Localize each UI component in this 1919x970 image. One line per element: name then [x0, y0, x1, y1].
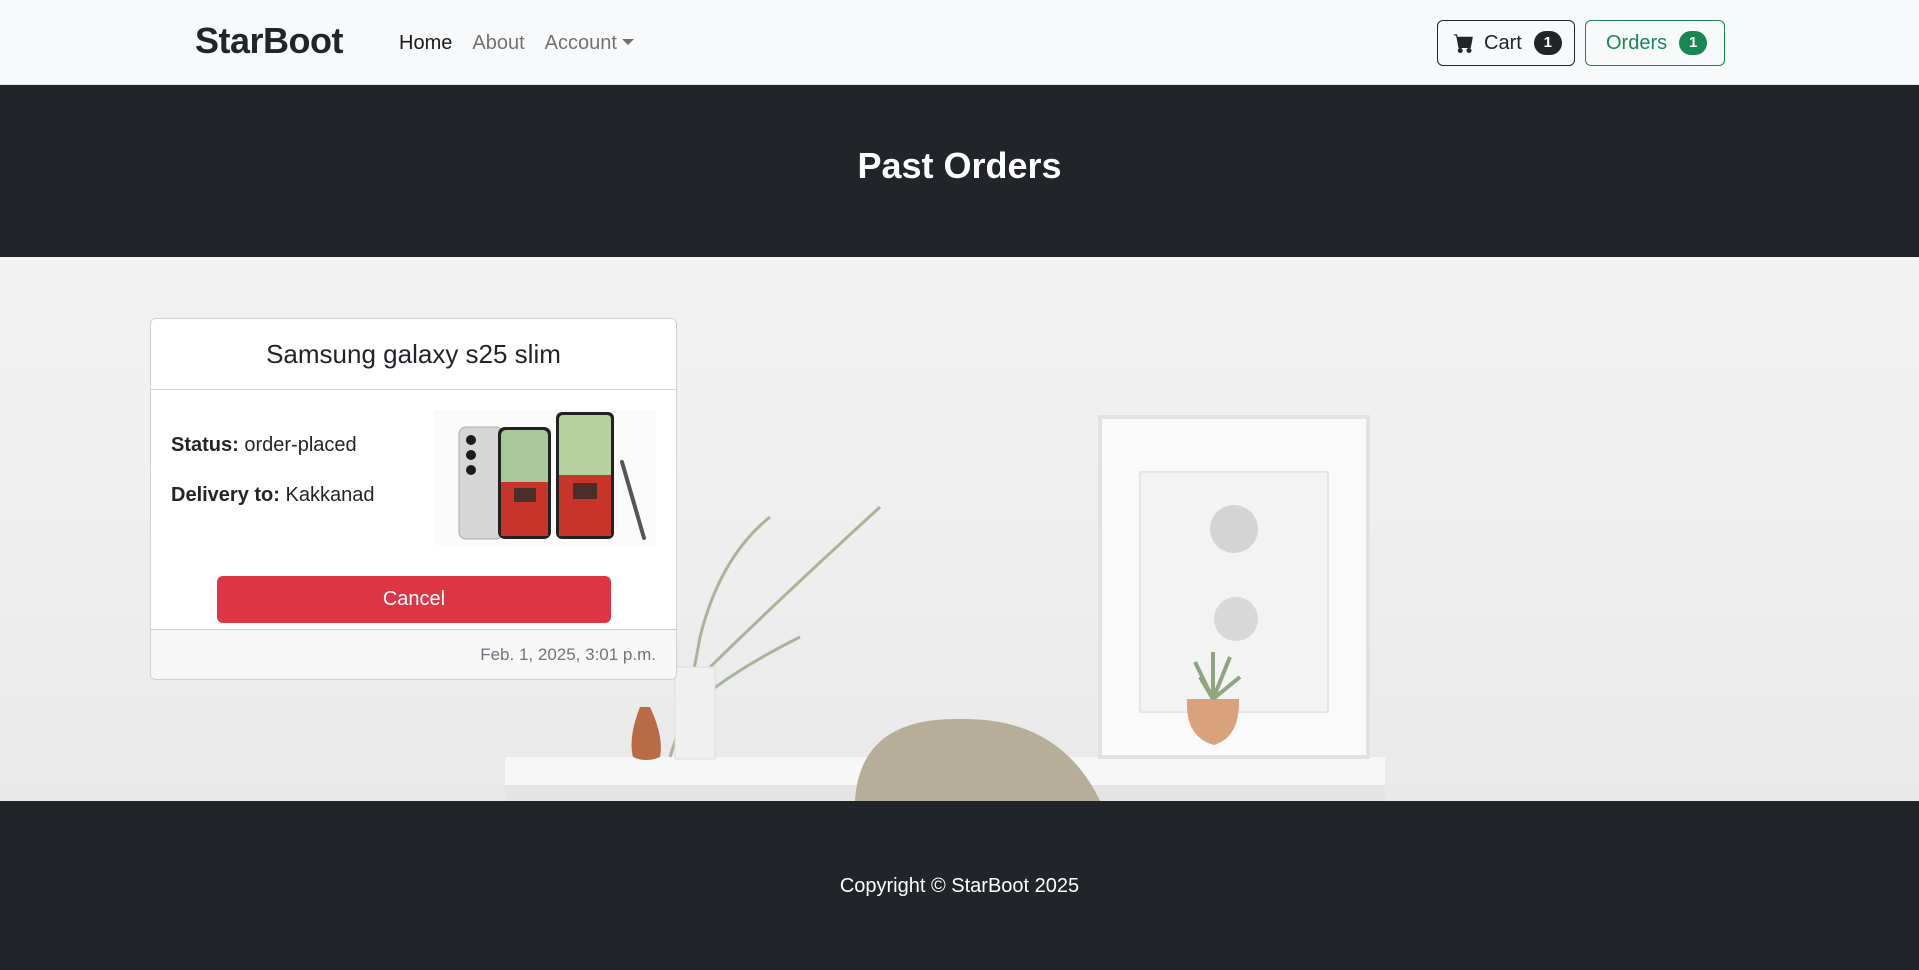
- order-status: Status: order-placed: [171, 434, 357, 457]
- orders-label: Orders: [1606, 31, 1668, 54]
- nav-link-account[interactable]: Account: [545, 32, 634, 55]
- nav-link-account-label: Account: [544, 32, 617, 54]
- cancel-order-button[interactable]: Cancel: [217, 576, 611, 623]
- order-card-body: Status: order-placed Delivery to: Kakkan…: [151, 390, 676, 630]
- brand-logo[interactable]: StarBoot: [195, 20, 344, 62]
- navbar: StarBoot Home About Account Cart 1 Order…: [0, 0, 1919, 85]
- order-status-value: order-placed: [244, 434, 357, 456]
- cart-count-badge: 1: [1533, 31, 1562, 55]
- page-footer: Copyright © StarBoot 2025: [0, 801, 1919, 970]
- cart-label: Cart: [1484, 31, 1522, 54]
- page-title: Past Orders: [857, 145, 1062, 186]
- orders-button[interactable]: Orders 1: [1585, 20, 1725, 66]
- chevron-down-icon: [621, 39, 634, 45]
- orders-count-badge: 1: [1679, 31, 1708, 55]
- order-status-label: Status:: [171, 434, 239, 456]
- copyright-text: Copyright © StarBoot 2025: [839, 875, 1080, 897]
- order-product-name: Samsung galaxy s25 slim: [151, 319, 676, 390]
- cart-button[interactable]: Cart 1: [1437, 20, 1575, 66]
- nav-link-about[interactable]: About: [472, 32, 524, 55]
- nav-link-home[interactable]: Home: [399, 32, 452, 55]
- order-card: Samsung galaxy s25 slim Status: order-pl…: [150, 318, 677, 680]
- order-delivery-value: Kakkanad: [285, 484, 375, 506]
- order-timestamp: Feb. 1, 2025, 3:01 p.m.: [151, 629, 676, 679]
- order-delivery-label: Delivery to:: [171, 484, 280, 506]
- nav-links: Home About Account: [399, 32, 634, 55]
- page-header: Past Orders: [0, 85, 1919, 257]
- product-image: [434, 410, 656, 545]
- order-delivery: Delivery to: Kakkanad: [171, 484, 374, 507]
- cart-icon: [1454, 34, 1473, 53]
